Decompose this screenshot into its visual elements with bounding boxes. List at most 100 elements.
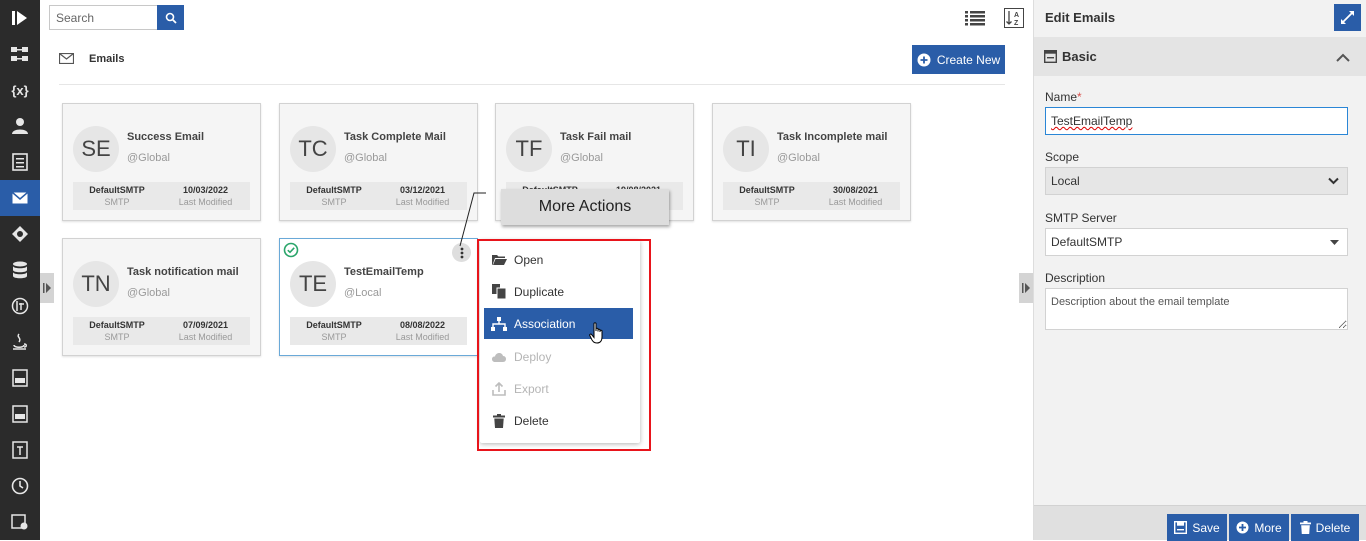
user-icon[interactable] <box>0 108 40 144</box>
page-title: Emails <box>89 53 125 65</box>
expand-icon <box>1341 11 1354 24</box>
java-icon[interactable] <box>0 324 40 360</box>
card-footer: DefaultSMTP 30/08/2021 SMTP Last Modifie… <box>723 182 900 210</box>
section-icon <box>1043 49 1058 66</box>
save-button[interactable]: Save <box>1167 514 1227 541</box>
card-server-type: SMTP <box>104 332 130 342</box>
highlight-box <box>477 239 651 451</box>
required-asterisk: * <box>1077 90 1082 104</box>
save-icon <box>1174 521 1188 534</box>
card-date-label: Last Modified <box>395 197 450 207</box>
trash-icon <box>1299 521 1311 534</box>
logo-icon[interactable] <box>0 0 40 36</box>
template-icon[interactable] <box>0 432 40 468</box>
chevron-up-icon[interactable] <box>1336 51 1350 65</box>
avatar: TE <box>290 261 336 307</box>
dt-icon[interactable] <box>0 288 40 324</box>
card-date: 30/08/2021 <box>832 185 879 195</box>
save-label: Save <box>1192 520 1220 535</box>
expand-panel-button[interactable] <box>1334 4 1361 31</box>
email-card[interactable]: TN Task notification mail @Global Defaul… <box>62 238 261 356</box>
avatar: TI <box>723 126 769 172</box>
card-footer: DefaultSMTP 10/03/2022 SMTP Last Modifie… <box>73 182 250 210</box>
description-field[interactable] <box>1045 288 1348 330</box>
more-label: More <box>1254 520 1282 535</box>
card-name: Task notification mail <box>127 266 239 278</box>
edit-panel: Edit Emails Basic Name* TestEmailTemp Sc… <box>1033 0 1366 541</box>
kebab-icon <box>460 247 463 258</box>
caret-down-icon <box>1330 240 1339 245</box>
card-server-type: SMTP <box>321 197 347 207</box>
avatar: SE <box>73 126 119 172</box>
api-icon[interactable] <box>0 216 40 252</box>
more-actions-button[interactable] <box>452 243 471 262</box>
basic-section-header[interactable]: Basic <box>1034 37 1366 76</box>
create-new-button[interactable]: Create New <box>912 45 1005 74</box>
search-button[interactable] <box>157 5 184 30</box>
name-field-value: TestEmailTemp <box>1051 114 1133 128</box>
more-button[interactable]: More <box>1229 514 1289 541</box>
email-header-icon <box>58 52 75 67</box>
card-footer: DefaultSMTP 07/09/2021 SMTP Last Modifie… <box>73 317 250 345</box>
left-nav: {x} <box>0 0 40 540</box>
left-panel-toggle[interactable] <box>40 273 54 303</box>
more-actions-callout: More Actions <box>501 189 669 225</box>
create-new-label: Create New <box>936 52 1001 67</box>
email-card-selected[interactable]: TE TestEmailTemp @Local DefaultSMTP 08/0… <box>279 238 478 356</box>
search-icon <box>165 12 177 24</box>
delete-label: Delete <box>1315 520 1351 535</box>
avatar: TF <box>506 126 552 172</box>
report-icon[interactable] <box>0 504 40 540</box>
right-panel-toggle[interactable] <box>1019 273 1033 303</box>
svg-text:Z: Z <box>1014 20 1019 27</box>
scope-value: Local <box>1051 174 1080 188</box>
panel-footer: Save More Delete <box>1034 505 1366 541</box>
sort-az-icon[interactable]: AZ <box>1003 8 1025 28</box>
header-divider <box>59 84 1005 85</box>
card-date: 08/08/2022 <box>399 320 446 330</box>
card-server: DefaultSMTP <box>89 320 145 330</box>
delete-button[interactable]: Delete <box>1291 514 1359 541</box>
email-card[interactable]: TI Task Incomplete mail @Global DefaultS… <box>712 103 911 221</box>
document-icon[interactable] <box>0 144 40 180</box>
card-server-type: SMTP <box>104 197 130 207</box>
card-server-type: SMTP <box>321 332 347 342</box>
card-name: Task Complete Mail <box>344 131 446 143</box>
hand-cursor-icon <box>589 322 605 347</box>
scope-label: Scope <box>1045 150 1080 164</box>
plus-circle-icon <box>917 53 931 66</box>
card-scope: @Global <box>344 152 387 164</box>
card-date-label: Last Modified <box>828 197 883 207</box>
selected-check-icon <box>283 242 299 258</box>
name-field[interactable]: TestEmailTemp <box>1045 107 1348 135</box>
card-date: 03/12/2021 <box>399 185 446 195</box>
card-scope: @Global <box>127 152 170 164</box>
svg-text:A: A <box>1014 12 1019 19</box>
card-date-label: Last Modified <box>178 332 233 342</box>
card-name: Task Incomplete mail <box>777 131 888 143</box>
chevron-down-icon <box>1328 177 1339 185</box>
search-input[interactable] <box>49 5 159 30</box>
card-name: TestEmailTemp <box>344 266 424 278</box>
database-icon[interactable] <box>0 252 40 288</box>
email-icon[interactable] <box>0 180 40 216</box>
card-server: DefaultSMTP <box>306 320 362 330</box>
avatar: TN <box>73 261 119 307</box>
card-server: DefaultSMTP <box>306 185 362 195</box>
expand-right-icon <box>1022 283 1030 293</box>
scope-select[interactable]: Local <box>1045 167 1348 195</box>
card-server: DefaultSMTP <box>89 185 145 195</box>
card-date: 10/03/2022 <box>182 185 229 195</box>
card-footer: DefaultSMTP 03/12/2021 SMTP Last Modifie… <box>290 182 467 210</box>
smtp-server-select[interactable]: DefaultSMTP <box>1045 228 1348 256</box>
clock-icon[interactable] <box>0 468 40 504</box>
email-card[interactable]: SE Success Email @Global DefaultSMTP 10/… <box>62 103 261 221</box>
card-name: Task Fail mail <box>560 131 632 143</box>
workflow-icon[interactable] <box>0 36 40 72</box>
variables-icon[interactable]: {x} <box>0 72 40 108</box>
list-view-icon[interactable] <box>964 8 986 28</box>
card-footer: DefaultSMTP 08/08/2022 SMTP Last Modifie… <box>290 317 467 345</box>
xml-file-icon[interactable] <box>0 360 40 396</box>
xss-file-icon[interactable] <box>0 396 40 432</box>
email-card[interactable]: TC Task Complete Mail @Global DefaultSMT… <box>279 103 478 221</box>
